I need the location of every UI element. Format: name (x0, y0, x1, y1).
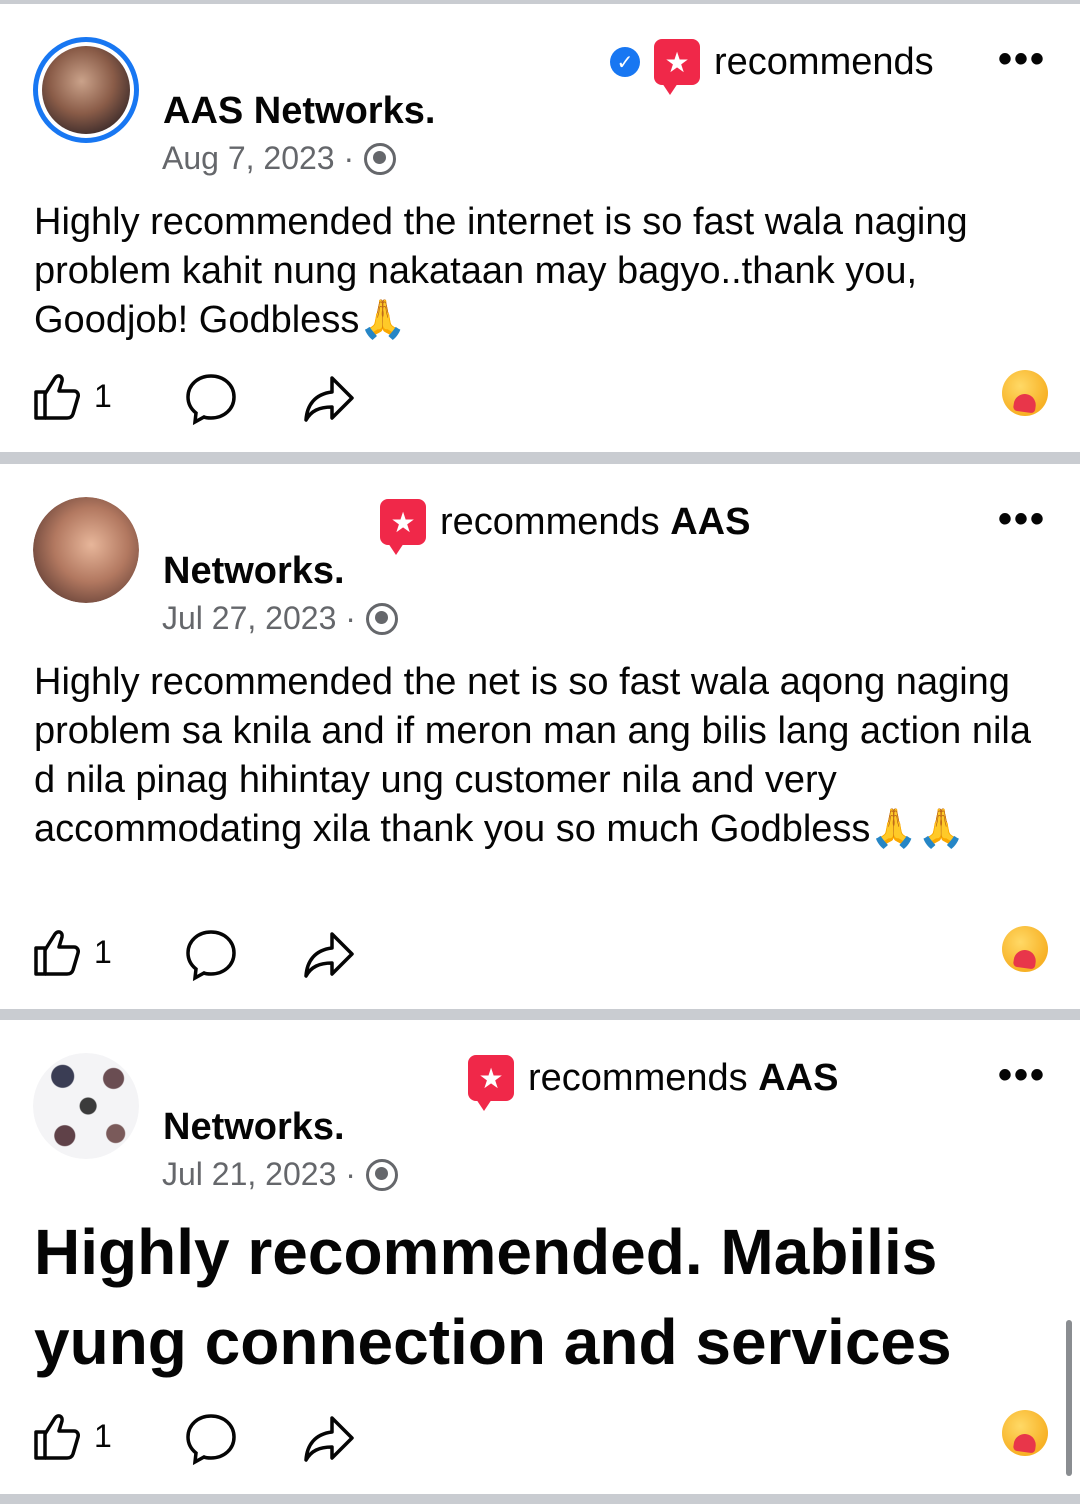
care-reaction-icon[interactable] (1002, 926, 1048, 972)
comment-icon (186, 374, 236, 426)
post-date: Jul 27, 2023 · (162, 600, 398, 637)
like-button[interactable]: 1 (32, 926, 112, 978)
review-post: ✓ ★ recommends ••• AAS Networks. Aug 7, … (0, 4, 1080, 452)
comment-icon (186, 930, 236, 982)
page-name[interactable]: AAS Networks. (163, 90, 435, 133)
share-button[interactable] (302, 372, 356, 426)
action-bar: 1 (0, 370, 1080, 430)
share-button[interactable] (302, 1412, 356, 1466)
like-button[interactable]: 1 (32, 1410, 112, 1462)
review-post: ★ recommends AAS ••• Networks. Jul 27, 2… (0, 464, 1080, 1009)
recommend-star-icon: ★ (468, 1055, 514, 1111)
care-reaction-icon[interactable] (1002, 370, 1048, 416)
post-date: Aug 7, 2023 · (162, 140, 397, 177)
recommend-star-icon: ★ (380, 499, 426, 555)
more-options-icon[interactable]: ••• (998, 39, 1046, 79)
comment-button[interactable] (184, 372, 238, 426)
verified-badge-icon: ✓ (610, 47, 640, 77)
scrollbar[interactable] (1066, 1320, 1072, 1476)
globe-icon (364, 142, 397, 175)
review-text: Highly recommended the internet is so fa… (34, 201, 968, 341)
action-bar: 1 (0, 1410, 1080, 1470)
share-icon (304, 1416, 354, 1462)
review-text: Highly recommended. Mabilis yung connect… (34, 1216, 952, 1378)
care-reaction-icon[interactable] (1002, 1410, 1048, 1456)
date-text: Jul 27, 2023 · (162, 600, 356, 636)
comment-button[interactable] (184, 1412, 238, 1466)
post-date: Jul 21, 2023 · (162, 1156, 398, 1193)
thumbs-up-icon (34, 1414, 80, 1460)
like-count: 1 (94, 933, 112, 970)
action-bar: 1 (0, 926, 1080, 986)
more-options-icon[interactable]: ••• (998, 499, 1046, 539)
comment-icon (186, 1414, 236, 1466)
recommend-text: recommends AAS (528, 1056, 839, 1099)
like-count: 1 (94, 1417, 112, 1454)
review-text: Highly recommended the net is so fast wa… (34, 661, 1031, 850)
date-text: Aug 7, 2023 · (162, 140, 355, 176)
date-text: Jul 21, 2023 · (162, 1156, 356, 1192)
reviews-feed: ✓ ★ recommends ••• AAS Networks. Aug 7, … (0, 0, 1080, 1504)
like-count: 1 (94, 377, 112, 414)
review-post: ★ recommends AAS ••• Networks. Jul 21, 2… (0, 1020, 1080, 1494)
globe-icon (365, 1158, 398, 1191)
page-name[interactable]: Networks. (163, 1106, 345, 1149)
page-name[interactable]: Networks. (163, 550, 345, 593)
avatar[interactable] (33, 1053, 139, 1159)
recommend-header: ★ recommends AAS (468, 1054, 839, 1111)
comment-button[interactable] (184, 928, 238, 982)
share-icon (304, 376, 354, 422)
like-button[interactable]: 1 (32, 370, 112, 422)
avatar[interactable] (33, 497, 139, 603)
share-button[interactable] (302, 928, 356, 982)
more-options-icon[interactable]: ••• (998, 1055, 1046, 1095)
thumbs-up-icon (34, 930, 80, 976)
recommend-header: ★ recommends AAS (380, 498, 751, 555)
thumbs-up-icon (34, 374, 80, 420)
avatar[interactable] (33, 37, 139, 143)
globe-icon (365, 602, 398, 635)
recommend-star-icon: ★ (654, 39, 700, 95)
recommend-text: recommends AAS (440, 500, 751, 543)
share-icon (304, 932, 354, 978)
recommend-header: ✓ ★ recommends (610, 38, 934, 95)
recommend-text: recommends (714, 40, 934, 83)
